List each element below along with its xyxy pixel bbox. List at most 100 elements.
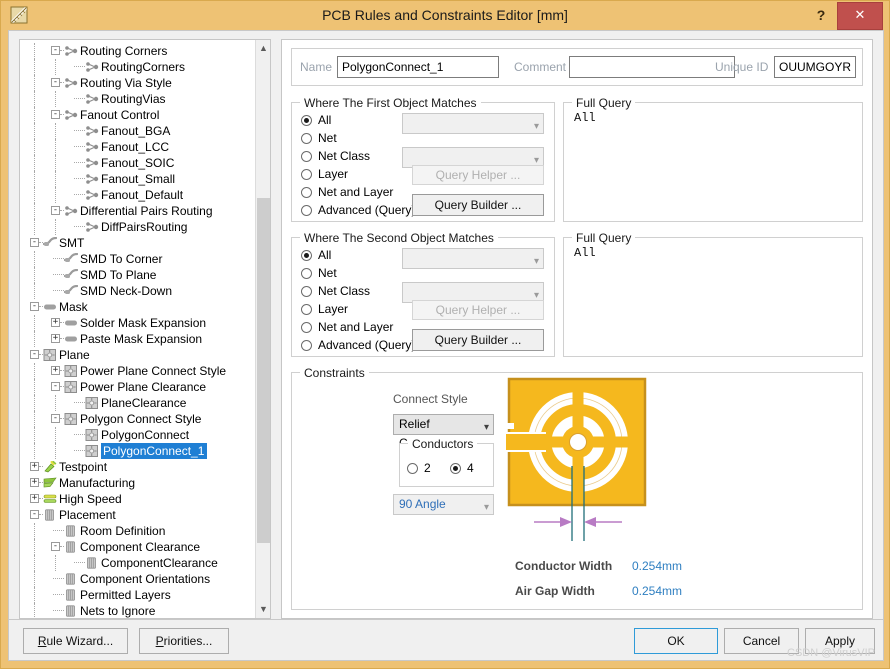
second-query-builder-button[interactable]: Query Builder ... (412, 329, 544, 351)
tree-expander-expand-icon[interactable]: + (51, 318, 60, 327)
tree-item[interactable]: - SMT (20, 235, 256, 251)
chevron-down-icon[interactable]: ▼ (256, 601, 270, 618)
tree-item[interactable]: - Differential Pairs Routing (20, 203, 256, 219)
plane-icon (64, 365, 78, 377)
tree-expander-collapse-icon[interactable]: - (30, 350, 39, 359)
tree-item[interactable]: DiffPairsRouting (20, 219, 256, 235)
close-button[interactable]: ✕ (837, 2, 883, 30)
second-radio-netclass[interactable]: Net Class (301, 284, 370, 300)
tree-item[interactable]: Fanout_BGA (20, 123, 256, 139)
rules-tree[interactable]: - Routing Corners RoutingCorners - Routing V… (20, 40, 256, 618)
priorities-button[interactable]: Priorities... (139, 628, 229, 654)
tree-expander-collapse-icon[interactable]: - (51, 110, 60, 119)
tree-item[interactable]: - Placement (20, 507, 256, 523)
tree-item[interactable]: + High Speed (20, 491, 256, 507)
tree-item[interactable]: + Solder Mask Expansion (20, 315, 256, 331)
tree-item[interactable]: + Power Plane Connect Style (20, 363, 256, 379)
first-query-builder-button[interactable]: Query Builder ... (412, 194, 544, 216)
first-net-combo[interactable]: ▾ (402, 113, 544, 134)
tree-expander-collapse-icon[interactable]: - (51, 382, 60, 391)
tree-item[interactable]: SMD Neck-Down (20, 283, 256, 299)
tree-item[interactable]: - Plane (20, 347, 256, 363)
tree-item-selected[interactable]: PolygonConnect_1 (20, 443, 256, 459)
tree-item[interactable]: Fanout_Default (20, 187, 256, 203)
tree-expander-expand-icon[interactable]: + (30, 478, 39, 487)
plane-icon (43, 349, 57, 361)
tree-item[interactable]: - Power Plane Clearance (20, 379, 256, 395)
tree-guide (34, 171, 36, 187)
tree-item[interactable]: - Component Clearance (20, 539, 256, 555)
tree-expander-collapse-icon[interactable]: - (51, 46, 60, 55)
second-full-query-text[interactable]: All (574, 246, 596, 260)
tree-item[interactable]: - Polygon Connect Style (20, 411, 256, 427)
angle-combo[interactable]: 90 Angle ▾ (393, 494, 494, 515)
first-radio-all[interactable]: All (301, 113, 331, 129)
polygon-connect-diagram (506, 377, 647, 541)
tree-expander-expand-icon[interactable]: + (51, 334, 60, 343)
tree-item[interactable]: SMD To Corner (20, 251, 256, 267)
first-radio-layer[interactable]: Layer (301, 167, 348, 183)
connect-style-combo[interactable]: Relief Connect▾ (393, 414, 494, 450)
tree-item[interactable]: - Mask (20, 299, 256, 315)
tree-expander-collapse-icon[interactable]: - (51, 414, 60, 423)
comment-input[interactable] (569, 56, 735, 78)
first-radio-advanced[interactable]: Advanced (Query) (301, 203, 415, 219)
tree-guide (34, 251, 36, 267)
tree-item[interactable]: RoutingCorners (20, 59, 256, 75)
chevron-up-icon[interactable]: ▲ (256, 40, 270, 57)
tree-item[interactable]: + Paste Mask Expansion (20, 331, 256, 347)
second-net-combo[interactable]: ▾ (402, 248, 544, 269)
tree-guide (34, 139, 36, 155)
tree-guide (34, 187, 36, 203)
conductors-radio-4[interactable]: 4 (450, 461, 474, 477)
second-radio-net[interactable]: Net (301, 266, 337, 282)
tree-expander-collapse-icon[interactable]: - (51, 542, 60, 551)
tree-item[interactable]: - Fanout Control (20, 107, 256, 123)
tree-expander-collapse-icon[interactable]: - (51, 78, 60, 87)
conductors-radio-2[interactable]: 2 (407, 461, 431, 477)
tree-item[interactable]: + Manufacturing (20, 475, 256, 491)
first-radio-netclass[interactable]: Net Class (301, 149, 370, 165)
conductor-width-value: 0.254mm (632, 559, 683, 573)
tree-item[interactable]: PolygonConnect (20, 427, 256, 443)
rule-wizard-button[interactable]: Rule Wizard... (23, 628, 128, 654)
tree-expander-collapse-icon[interactable]: - (30, 302, 39, 311)
second-radio-netlayer[interactable]: Net and Layer (301, 320, 393, 336)
tree-item[interactable]: - Routing Corners (20, 43, 256, 59)
tree-item[interactable]: SMD To Plane (20, 267, 256, 283)
tree-item[interactable]: PlaneClearance (20, 395, 256, 411)
tree-expander-expand-icon[interactable]: + (51, 366, 60, 375)
tree-item[interactable]: Room Definition (20, 523, 256, 539)
tree-expander-expand-icon[interactable]: + (30, 462, 39, 471)
tree-expander-collapse-icon[interactable]: - (30, 510, 39, 519)
second-radio-all[interactable]: All (301, 248, 331, 264)
tree-item[interactable]: + Testpoint (20, 459, 256, 475)
smt-icon (63, 252, 79, 265)
tree-item[interactable]: Fanout_Small (20, 171, 256, 187)
tree-item[interactable]: Fanout_SOIC (20, 155, 256, 171)
scrollbar-thumb[interactable] (257, 198, 270, 543)
second-radio-advanced[interactable]: Advanced (Query) (301, 338, 415, 354)
first-radio-net[interactable]: Net (301, 131, 337, 147)
first-full-query-text[interactable]: All (574, 111, 596, 125)
tree-item[interactable]: ComponentClearance (20, 555, 256, 571)
ok-button[interactable]: OK (634, 628, 718, 654)
rules-tree-panel: - Routing Corners RoutingCorners - Routing V… (19, 39, 271, 619)
tree-item[interactable]: Permitted Layers (20, 587, 256, 603)
tree-expander-collapse-icon[interactable]: - (51, 206, 60, 215)
tree-item[interactable]: - Routing Via Style (20, 75, 256, 91)
tree-item[interactable]: Nets to Ignore (20, 603, 256, 618)
help-button[interactable]: ? (808, 3, 834, 27)
first-radio-netlayer[interactable]: Net and Layer (301, 185, 393, 201)
first-object-group: Where The First Object Matches All Net N… (291, 96, 555, 222)
second-radio-layer[interactable]: Layer (301, 302, 348, 318)
tree-item[interactable]: Component Orientations (20, 571, 256, 587)
tree-item-label: SMD To Corner (80, 252, 163, 266)
tree-expander-collapse-icon[interactable]: - (30, 238, 39, 247)
name-input[interactable]: PolygonConnect_1 (337, 56, 499, 78)
tree-item[interactable]: RoutingVias (20, 91, 256, 107)
tree-expander-expand-icon[interactable]: + (30, 494, 39, 503)
tree-item[interactable]: Fanout_LCC (20, 139, 256, 155)
unique-id-input[interactable]: OUUMGOYR (774, 56, 856, 78)
tree-scrollbar[interactable]: ▲ ▼ (255, 40, 270, 618)
